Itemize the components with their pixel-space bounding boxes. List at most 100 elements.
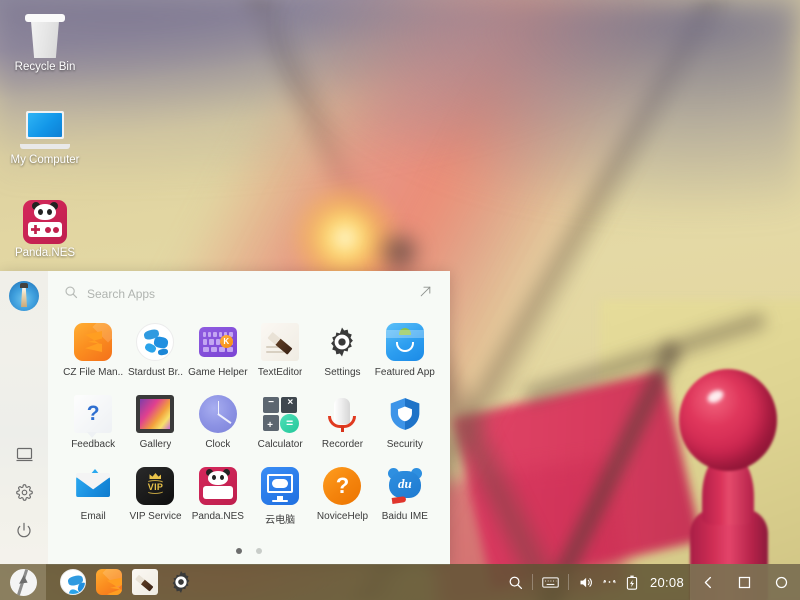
email-icon xyxy=(74,467,112,505)
app-feedback[interactable]: ? Feedback xyxy=(62,391,124,463)
game-helper-icon: K xyxy=(199,323,237,361)
app-label: Security xyxy=(387,439,423,450)
desktop-icon-label: My Computer xyxy=(0,154,90,166)
home-square-icon[interactable] xyxy=(730,567,760,597)
cz-file-manager-icon xyxy=(74,323,112,361)
launcher-sidebar xyxy=(0,271,48,565)
launcher-main: CZ File Man.. Stardust Br.. xyxy=(48,271,450,565)
gear-icon[interactable] xyxy=(9,477,39,507)
back-chevron-icon[interactable] xyxy=(693,567,723,597)
app-label: Calculator xyxy=(258,439,303,450)
monitor-icon[interactable] xyxy=(9,439,39,469)
app-stardust-browser[interactable]: Stardust Br.. xyxy=(124,319,186,391)
app-label: Feedback xyxy=(71,439,115,450)
recorder-icon xyxy=(323,395,361,433)
novice-help-icon: ? xyxy=(323,467,361,505)
taskbar: 20:08 xyxy=(0,564,800,600)
desktop-icon-recycle-bin[interactable]: Recycle Bin xyxy=(0,6,90,73)
app-calculator[interactable]: −×+ = Calculator xyxy=(249,391,311,463)
app-settings[interactable]: Settings xyxy=(311,319,373,391)
desktop-icon-label: Recycle Bin xyxy=(0,61,90,73)
user-avatar[interactable] xyxy=(9,281,39,311)
app-email[interactable]: Email xyxy=(62,463,124,535)
launcher-cursor-icon xyxy=(10,569,37,596)
panda-nes-icon xyxy=(199,467,237,505)
app-label: Settings xyxy=(324,367,360,378)
battery-charging-icon[interactable] xyxy=(626,575,638,590)
page-indicator xyxy=(48,537,450,565)
system-tray: 20:08 xyxy=(508,574,690,590)
tray-divider xyxy=(568,574,569,590)
app-label: Stardust Br.. xyxy=(128,367,183,378)
taskbar-app-settings[interactable] xyxy=(168,569,194,595)
app-label: CZ File Man.. xyxy=(63,367,123,378)
app-vip-service[interactable]: VIP VIP Service xyxy=(124,463,186,535)
search-icon xyxy=(64,285,78,304)
calculator-icon: −×+ = xyxy=(261,395,299,433)
app-label: Panda.NES xyxy=(192,511,244,522)
desktop-icon-my-computer[interactable]: My Computer xyxy=(0,99,90,166)
power-icon[interactable] xyxy=(9,515,39,545)
taskbar-pinned-apps xyxy=(46,569,194,595)
navigation-bar xyxy=(690,564,800,600)
app-grid: CZ File Man.. Stardust Br.. xyxy=(48,317,450,537)
app-label: Email xyxy=(81,511,106,522)
taskbar-clock[interactable]: 20:08 xyxy=(650,575,684,590)
vip-service-icon: VIP xyxy=(136,467,174,505)
app-label: VIP Service xyxy=(129,511,181,522)
taskbar-app-stardust-browser[interactable] xyxy=(60,569,86,595)
app-featured-app[interactable]: Featured App xyxy=(374,319,436,391)
recycle-bin-icon xyxy=(0,6,90,58)
panda-nes-icon xyxy=(0,192,90,244)
feedback-icon: ? xyxy=(74,395,112,433)
keyboard-icon[interactable] xyxy=(542,576,559,589)
app-panda-nes[interactable]: Panda.NES xyxy=(187,463,249,535)
search-icon[interactable] xyxy=(508,575,523,590)
stardust-browser-icon xyxy=(136,323,174,361)
app-launcher-panel: CZ File Man.. Stardust Br.. xyxy=(0,271,450,565)
text-editor-icon xyxy=(261,323,299,361)
app-gallery[interactable]: Gallery xyxy=(124,391,186,463)
app-recorder[interactable]: Recorder xyxy=(311,391,373,463)
app-label: 云电脑 xyxy=(265,511,295,526)
expand-arrow-icon[interactable] xyxy=(415,281,436,307)
desktop-icon-panda-nes[interactable]: Panda.NES xyxy=(0,192,90,259)
cloud-computer-icon xyxy=(261,467,299,505)
desktop-icon-label: Panda.NES xyxy=(0,247,90,259)
app-label: NoviceHelp xyxy=(317,511,368,522)
app-label: TextEditor xyxy=(258,367,302,378)
featured-app-icon xyxy=(386,323,424,361)
clock-icon xyxy=(199,395,237,433)
network-icon[interactable] xyxy=(602,576,617,588)
app-label: Gallery xyxy=(140,439,172,450)
desktop: Recycle Bin My Computer Panda.NES xyxy=(0,0,800,600)
app-cz-file-manager[interactable]: CZ File Man.. xyxy=(62,319,124,391)
search-input[interactable] xyxy=(87,287,415,301)
app-cloud-computer[interactable]: 云电脑 xyxy=(249,463,311,535)
app-label: Game Helper xyxy=(188,367,247,378)
app-label: Baidu IME xyxy=(382,511,428,522)
gallery-icon xyxy=(136,395,174,433)
app-clock[interactable]: Clock xyxy=(187,391,249,463)
app-novice-help[interactable]: ? NoviceHelp xyxy=(311,463,373,535)
recents-circle-icon[interactable] xyxy=(767,567,797,597)
volume-icon[interactable] xyxy=(578,575,593,590)
my-computer-icon xyxy=(0,99,90,151)
app-label: Recorder xyxy=(322,439,363,450)
app-security[interactable]: Security xyxy=(374,391,436,463)
baidu-ime-icon: du xyxy=(386,467,424,505)
app-label: Featured App xyxy=(375,367,435,378)
app-label: Clock xyxy=(205,439,230,450)
start-launcher-button[interactable] xyxy=(0,564,46,600)
taskbar-app-text-editor[interactable] xyxy=(132,569,158,595)
taskbar-app-cz-file-manager[interactable] xyxy=(96,569,122,595)
tray-divider xyxy=(532,574,533,590)
search-row xyxy=(48,271,450,317)
settings-gear-icon xyxy=(323,323,361,361)
app-game-helper[interactable]: K Game Helper xyxy=(187,319,249,391)
page-dot-1[interactable] xyxy=(236,548,242,554)
security-shield-icon xyxy=(386,395,424,433)
page-dot-2[interactable] xyxy=(256,548,262,554)
app-text-editor[interactable]: TextEditor xyxy=(249,319,311,391)
app-baidu-ime[interactable]: du Baidu IME xyxy=(374,463,436,535)
